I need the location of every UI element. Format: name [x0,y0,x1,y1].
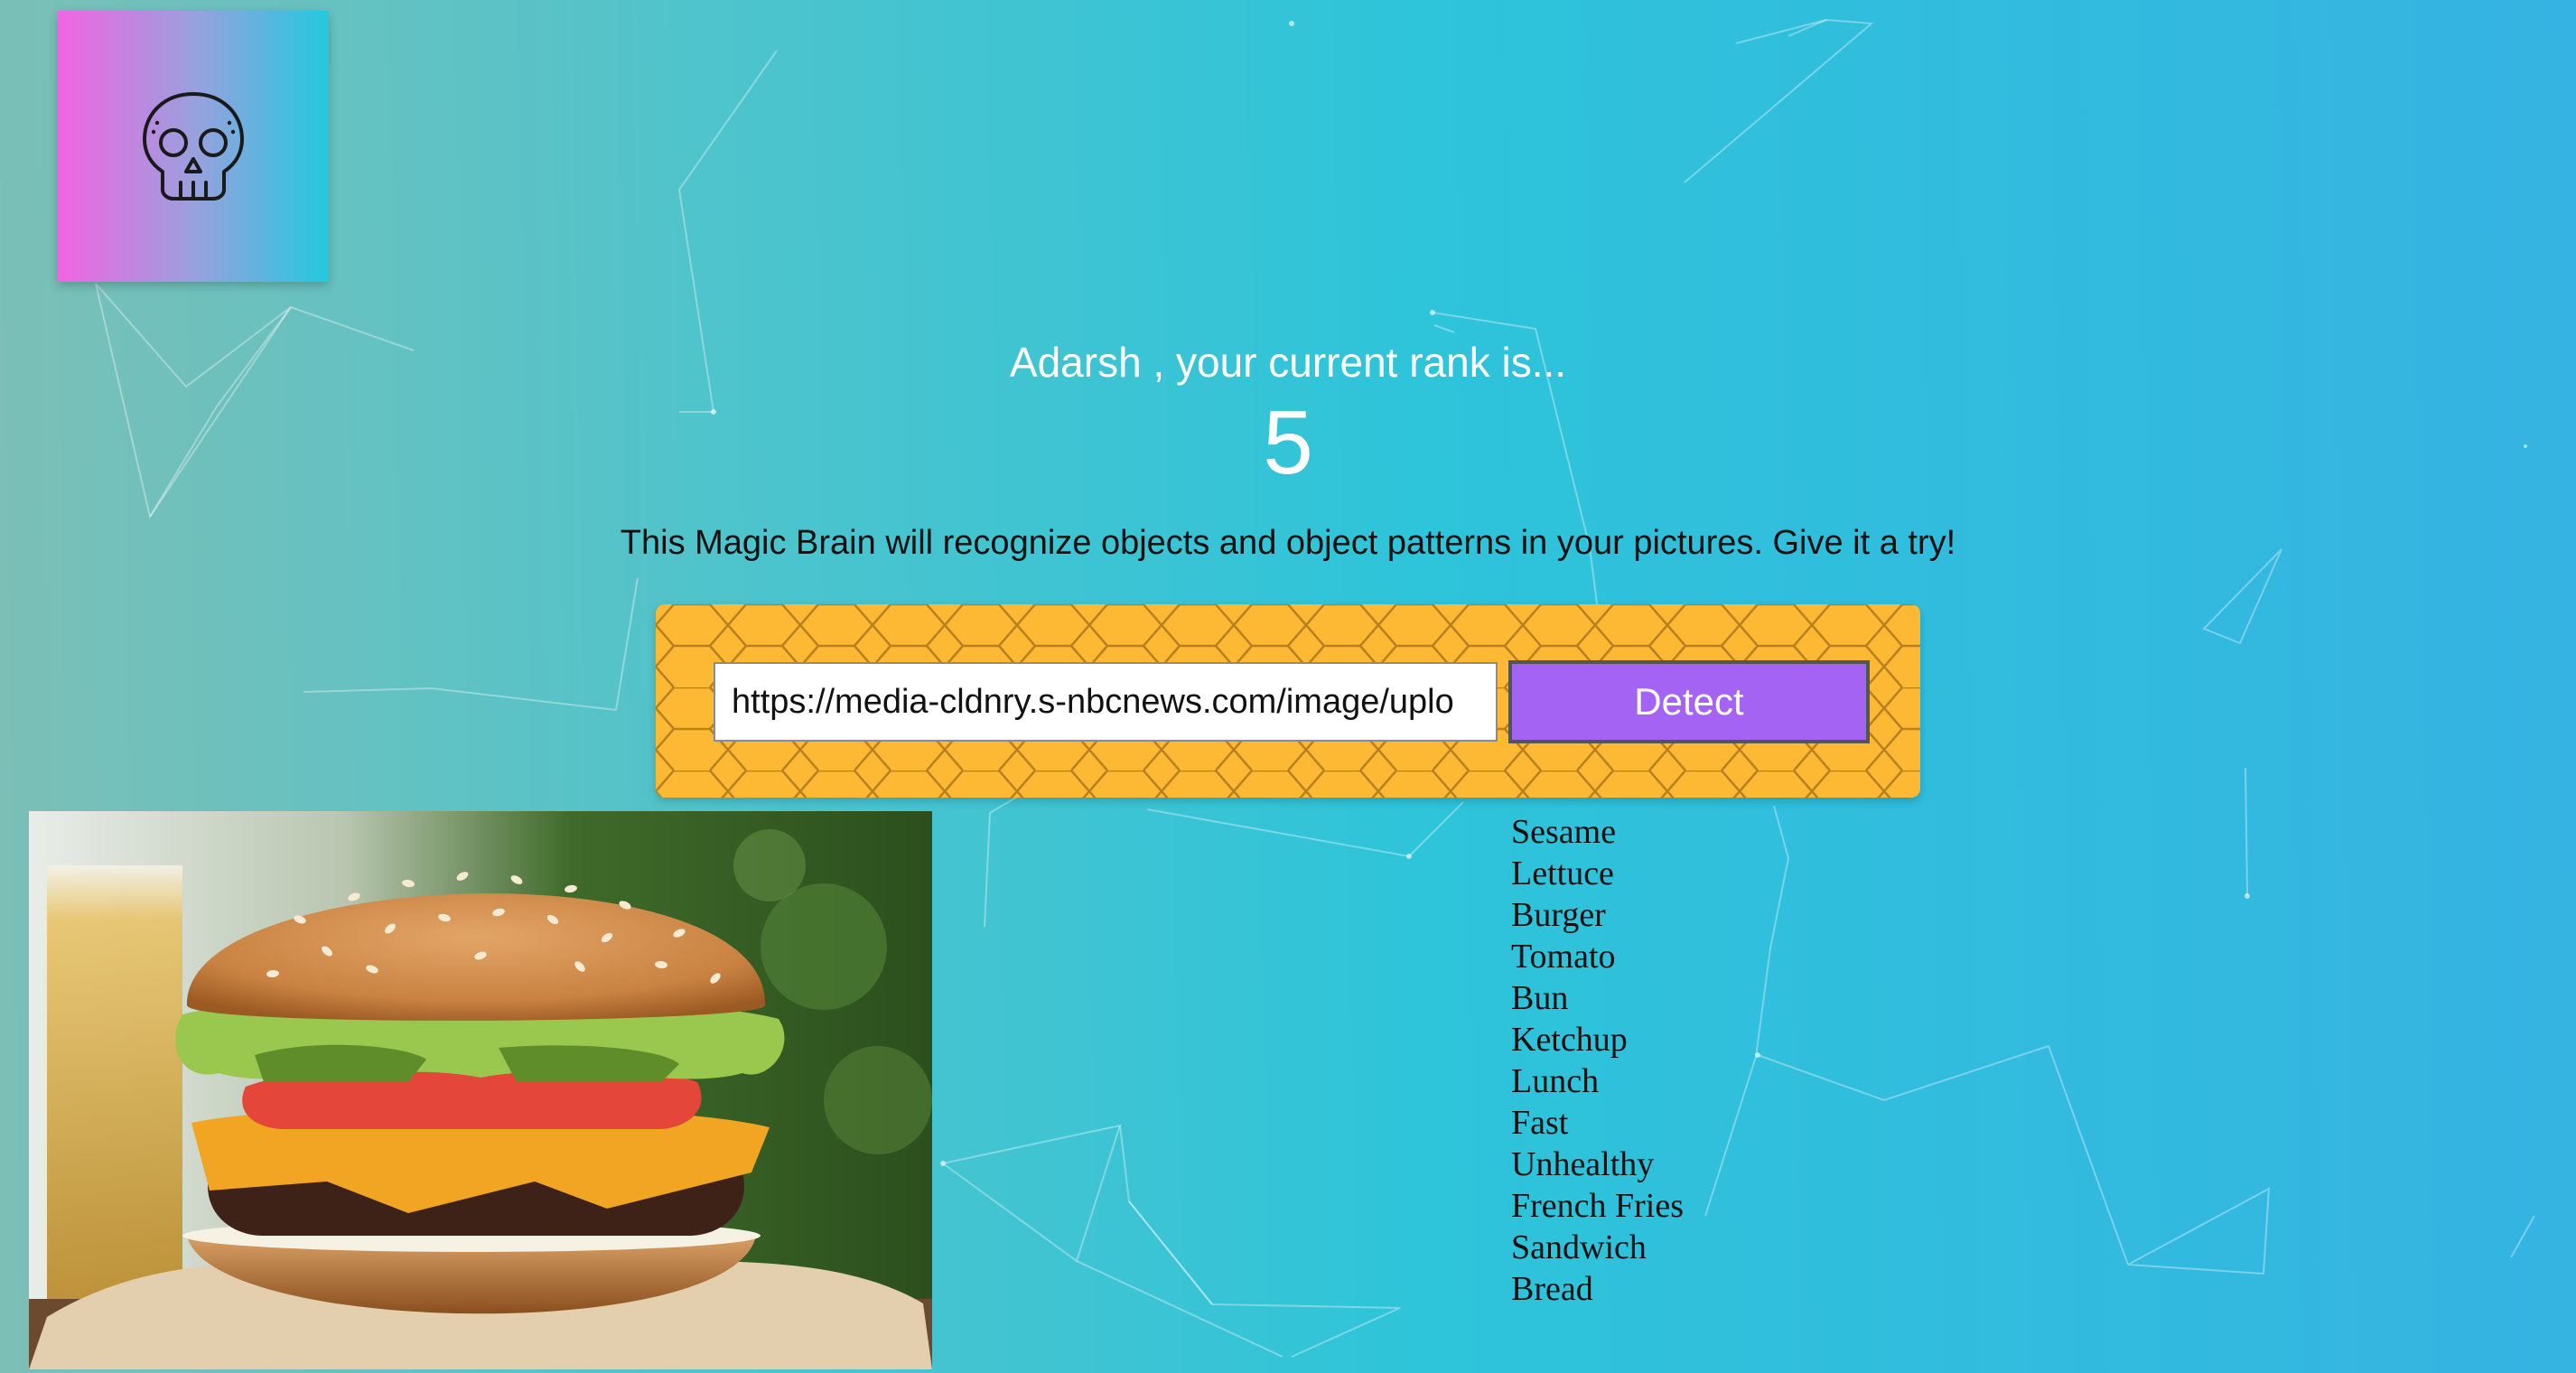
list-item: Tomato [1511,938,1616,976]
list-item: Ketchup [1511,1021,1628,1059]
list-item: Bread [1511,1270,1593,1308]
detected-image [29,811,932,1369]
app-logo [58,11,329,282]
burger-photo [29,811,932,1369]
list-item: Lettuce [1511,855,1614,892]
list-item: Burger [1511,896,1606,934]
list-item: Sesame [1511,813,1617,851]
list-item: Unhealthy [1511,1145,1655,1183]
image-url-input[interactable] [714,662,1498,742]
image-url-form: Detect [656,604,1920,798]
list-item: Lunch [1511,1062,1600,1100]
list-item: Bun [1511,979,1569,1017]
skull-icon [143,92,244,201]
list-item: French Fries [1511,1187,1685,1225]
concept-list: Sesame Lettuce Burger Tomato Bun Ketchup… [1511,811,1684,1310]
detect-button[interactable]: Detect [1508,660,1870,743]
rank-value: 5 [1263,392,1313,493]
rank-message: Adarsh , your current rank is... [1009,339,1567,386]
intro-text: This Magic Brain will recognize objects … [620,524,1956,562]
list-item: Fast [1511,1104,1569,1142]
list-item: Sandwich [1511,1228,1647,1266]
